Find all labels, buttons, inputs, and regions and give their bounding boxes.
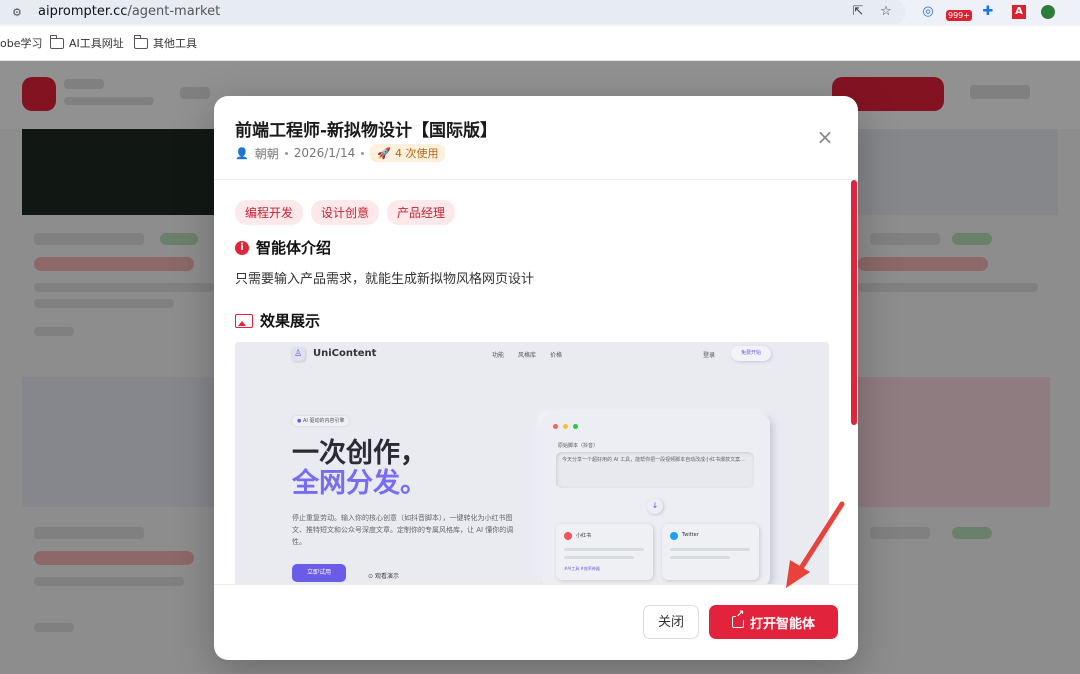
preview-try-button: 立即试用 xyxy=(292,564,346,582)
preview-headline-accent: 全网分发。 xyxy=(292,468,427,499)
external-link-icon xyxy=(731,610,745,628)
bookmark-folder[interactable]: 其他工具 xyxy=(134,34,197,51)
tag[interactable]: 产品经理 xyxy=(387,200,456,225)
browser-toolbar: ⚙ aiprompter.cc/agent-market ⇱ ☆ ◎ 999+ … xyxy=(0,0,1080,26)
bookmark-folder[interactable]: AI工具网址 xyxy=(50,34,124,51)
user-icon: 👤 xyxy=(235,146,249,160)
preview-brand: UniContent xyxy=(313,348,377,359)
window-dots xyxy=(553,424,578,429)
usage-badge: 🚀 4 次使用 xyxy=(370,144,446,162)
rocket-icon: 🚀 xyxy=(377,146,391,160)
site-info-icon[interactable]: ⚙ xyxy=(12,6,26,19)
extension-badge[interactable]: 999+ xyxy=(946,10,972,21)
image-icon xyxy=(235,313,253,328)
preview-headline: 一次创作， xyxy=(292,438,427,469)
showcase-image: ♙ UniContent 功能 风格库 价格 登录 免费开始 ● AI 驱动的内… xyxy=(235,342,829,584)
preview-output-card: Twitter xyxy=(662,524,759,580)
modal-scrollbar[interactable] xyxy=(851,180,857,425)
install-app-icon[interactable]: ⇱ xyxy=(850,4,866,20)
xiaohongshu-icon xyxy=(564,532,572,540)
preview-output-card: 小红书 #AI工具 #效率神器 xyxy=(556,524,653,580)
separator-dot xyxy=(284,151,288,155)
arrow-down-icon: ↓ xyxy=(647,498,663,514)
modal-meta: 👤 朝朝 2026/1/14 🚀 4 次使用 xyxy=(235,144,446,162)
pdf-extension-icon[interactable]: A xyxy=(1012,5,1026,19)
folder-icon xyxy=(134,34,148,49)
folder-icon xyxy=(50,34,64,49)
preview-app-card: 原始脚本（抖音） 今天分享一个超好用的 AI 工具，能帮你把一段视频脚本自动改成… xyxy=(541,414,770,584)
open-agent-button[interactable]: 打开智能体 xyxy=(709,605,838,639)
author-name: 朝朝 xyxy=(254,146,279,161)
showcase-heading: 效果展示 xyxy=(235,310,320,331)
preview-cta: 免费开始 xyxy=(731,346,771,361)
preview-watch-demo: ⊙ 观看演示 xyxy=(368,573,399,580)
info-icon: i xyxy=(235,240,249,255)
footer-divider xyxy=(214,584,858,585)
preview-nav-item: 价格 xyxy=(550,352,563,359)
modal-title: 前端工程师-新拟物设计【国际版】 xyxy=(235,121,498,141)
agent-detail-modal: 前端工程师-新拟物设计【国际版】 👤 朝朝 2026/1/14 🚀 4 次使用 ×… xyxy=(214,96,858,660)
tag[interactable]: 编程开发 xyxy=(235,200,304,225)
separator-dot xyxy=(361,151,365,155)
preview-card-label: 原始脚本（抖音） xyxy=(558,443,599,449)
intro-text: 只需要输入产品需求，就能生成新拟物风格网页设计 xyxy=(235,272,535,287)
close-icon[interactable]: × xyxy=(814,126,836,148)
bookmark-star-icon[interactable]: ☆ xyxy=(878,4,894,20)
bookmark-item[interactable]: obe学习 xyxy=(0,35,42,51)
tag-list: 编程开发 设计创意 产品经理 xyxy=(235,200,456,225)
publish-date: 2026/1/14 xyxy=(293,146,356,160)
cursor-extension-icon[interactable] xyxy=(1041,5,1055,19)
preview-card-input: 今天分享一个超好用的 AI 工具，能帮你把一段视频脚本自动改成小红书爆款文案..… xyxy=(556,452,754,488)
modal-body[interactable]: 编程开发 设计创意 产品经理 i 智能体介绍 只需要输入产品需求，就能生成新拟物… xyxy=(214,180,858,584)
extension-icon[interactable]: ◎ xyxy=(920,4,936,20)
close-button[interactable]: 关闭 xyxy=(643,605,699,639)
url-text[interactable]: aiprompter.cc/agent-market xyxy=(38,4,220,19)
preview-nav-item: 风格库 xyxy=(518,352,537,359)
twitter-icon xyxy=(670,532,678,540)
preview-nav-item: 功能 xyxy=(492,352,505,359)
tag[interactable]: 设计创意 xyxy=(311,200,380,225)
bookmarks-bar: obe学习 AI工具网址 其他工具 xyxy=(0,26,1080,61)
preview-subtitle: 停止重复劳动。输入你的核心创意（如抖音脚本），一键转化为小红书图文、推特短文和公… xyxy=(292,514,514,546)
address-bar[interactable]: ⚙ aiprompter.cc/agent-market ⇱ ☆ xyxy=(0,0,906,24)
intro-heading: i 智能体介绍 xyxy=(235,237,331,258)
annotation-arrow-icon xyxy=(786,501,845,588)
puzzle-icon[interactable]: ✚ xyxy=(980,4,996,20)
preview-badge: ● AI 驱动的内容引擎 xyxy=(292,416,350,426)
preview-logo-icon: ♙ xyxy=(291,347,305,361)
preview-login: 登录 xyxy=(703,352,716,359)
